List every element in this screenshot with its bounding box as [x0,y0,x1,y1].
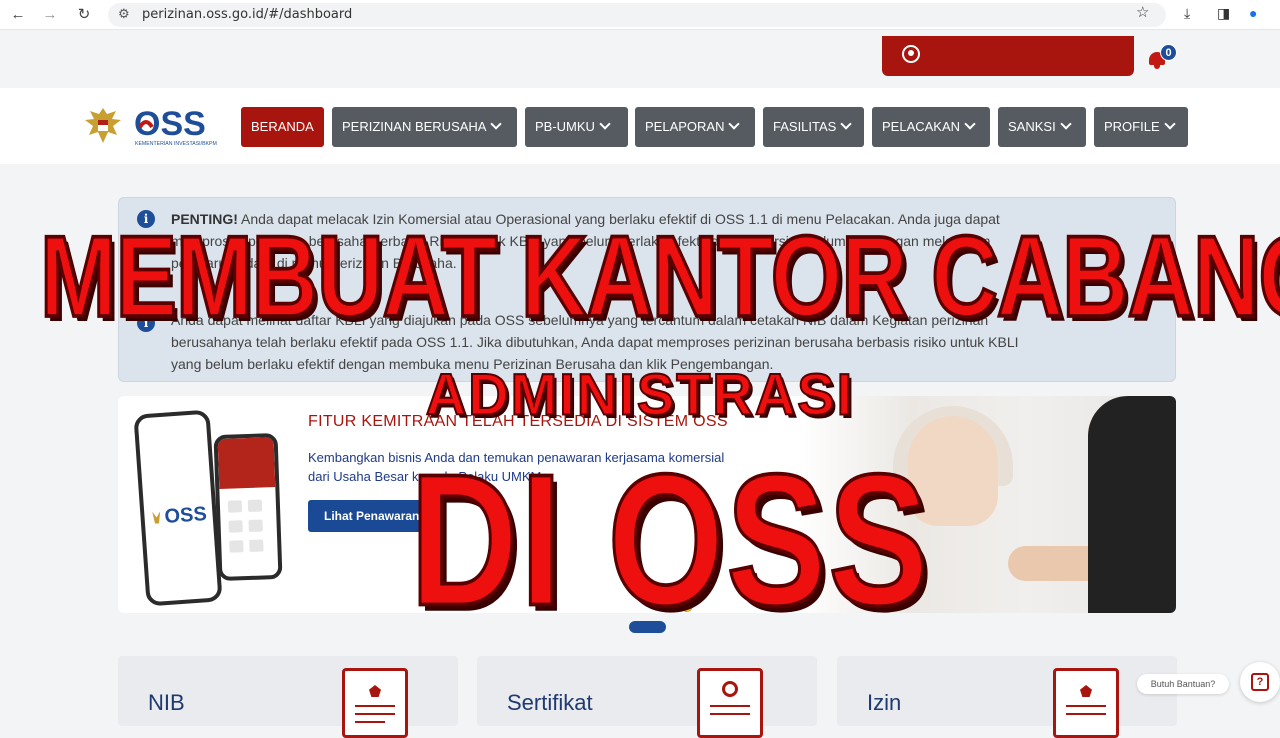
sidepanel-icon[interactable]: ◨ [1217,5,1230,22]
help-label: Butuh Bantuan? [1137,674,1229,694]
help-question-icon: ? [1251,673,1269,691]
card-title: Sertifikat [507,690,593,715]
phone-mockup-image [213,432,283,582]
user-menu-bar[interactable] [882,36,1134,76]
card-title: NIB [148,690,185,715]
chevron-down-icon [728,118,741,130]
svg-text:OSS: OSS [164,503,208,528]
phone-mockup-image: OSS [133,409,223,607]
garuda-emblem-icon [85,108,121,143]
user-circle-icon [902,45,920,63]
notification-badge: 0 [1160,44,1177,61]
site-settings-icon[interactable]: ⚙ [118,6,130,22]
nav-pelacakan[interactable]: PELACAKAN [872,107,990,147]
license-document-icon [1053,668,1119,738]
nav-beranda[interactable]: BERANDA [241,107,324,147]
nav-pb-umku[interactable]: PB-UMKU [525,107,628,147]
overlay-title-line2: ADMINISTRASI [425,360,855,428]
certificate-icon [697,668,763,738]
url-text: perizinan.oss.go.id/#/dashboard [142,7,353,22]
forward-icon[interactable]: → [40,5,60,25]
reload-icon[interactable]: ↻ [74,5,94,25]
nav-pelaporan[interactable]: PELAPORAN [635,107,755,147]
card-nib[interactable]: NIB [118,656,458,738]
address-bar[interactable]: ⚙ perizinan.oss.go.id/#/dashboard [108,3,1166,27]
back-icon[interactable]: ← [8,5,28,25]
download-icon[interactable]: ⤓ [1184,5,1190,22]
overlay-title-line1: MEMBUAT KANTOR CABANG [39,211,1280,342]
card-title: Izin [867,690,902,715]
nav-perizinan-berusaha[interactable]: PERIZINAN BERUSAHA [332,107,517,147]
overlay-title-line3: DI OSS [409,433,931,647]
nav-sanksi[interactable]: SANKSI [998,107,1086,147]
chevron-down-icon [1060,118,1072,130]
card-izin[interactable]: Izin [837,656,1177,738]
card-sertifikat[interactable]: Sertifikat [477,656,817,738]
chevron-down-icon [840,118,853,130]
nav-profile[interactable]: PROFILE [1094,107,1188,147]
chevron-down-icon [490,118,503,130]
profile-icon[interactable]: ● [1249,5,1257,21]
document-icon [342,668,408,738]
help-button[interactable]: ? [1240,662,1280,702]
nav-fasilitas[interactable]: FASILITAS [763,107,864,147]
bookmark-star-icon[interactable]: ☆ [1136,3,1149,21]
chevron-down-icon [1163,118,1176,130]
oss-logo: OSS KEMENTERIAN INVESTASI/BKPM [134,105,217,147]
browser-toolbar: ← → ↻ ⚙ perizinan.oss.go.id/#/dashboard … [0,0,1280,30]
chevron-down-icon [599,118,611,130]
logo-subtext: KEMENTERIAN INVESTASI/BKPM [135,141,217,147]
chevron-down-icon [964,118,976,130]
